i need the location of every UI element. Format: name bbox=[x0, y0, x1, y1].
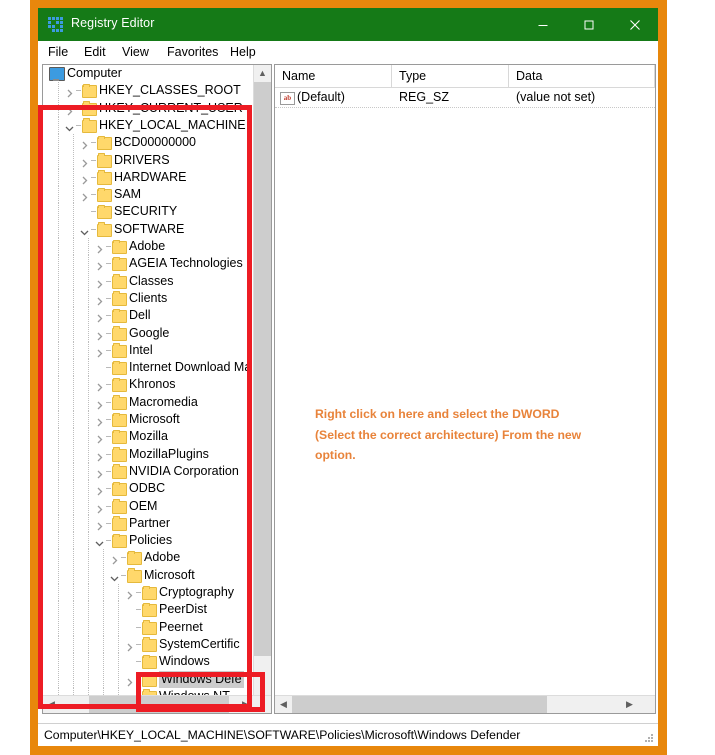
highlight-box-selected-key bbox=[136, 672, 265, 712]
tree-vertical-scrollbar[interactable]: ▲ ▼ bbox=[253, 65, 271, 711]
minimize-button[interactable] bbox=[520, 8, 566, 41]
tree-node-label: Computer bbox=[67, 65, 122, 82]
tree-node[interactable]: Computer bbox=[43, 65, 252, 82]
menu-item-view[interactable]: View bbox=[118, 44, 153, 60]
registry-icon bbox=[48, 17, 63, 32]
statusbar: Computer\HKEY_LOCAL_MACHINE\SOFTWARE\Pol… bbox=[38, 723, 658, 746]
resize-grip-icon bbox=[645, 734, 654, 743]
tree-node-label: HKEY_CLASSES_ROOT bbox=[99, 82, 241, 99]
tree-guide-line bbox=[58, 82, 59, 99]
table-row[interactable]: ab(Default) REG_SZ (value not set) bbox=[275, 88, 655, 108]
tree-connector bbox=[76, 90, 81, 91]
menubar: File Edit View FavoritesHelp bbox=[38, 41, 658, 65]
instruction-annotation: Right click on here and select the DWORD… bbox=[315, 404, 595, 466]
list-rows: ab(Default) REG_SZ (value not set) bbox=[275, 88, 655, 108]
cell-name: (Default) bbox=[297, 88, 345, 107]
menu-item-edit[interactable]: Edit bbox=[80, 44, 110, 60]
chevron-up-icon[interactable]: ▲ bbox=[254, 65, 271, 82]
menu-item-file[interactable]: File bbox=[44, 44, 72, 60]
registry-values-pane[interactable]: NameTypeData ab(Default) REG_SZ (value not… bbox=[274, 64, 656, 714]
menu-item-help[interactable]: Help bbox=[226, 44, 260, 60]
highlight-box-tree bbox=[38, 105, 252, 709]
list-column-headers: NameTypeData bbox=[275, 65, 655, 88]
tree-node[interactable]: HKEY_CLASSES_ROOT bbox=[43, 82, 252, 99]
chevron-right-icon[interactable]: ▶ bbox=[621, 696, 638, 713]
list-horizontal-scrollbar[interactable]: ◀ ▶ bbox=[275, 695, 655, 713]
maximize-button[interactable] bbox=[566, 8, 612, 41]
cell-data: (value not set) bbox=[516, 88, 595, 107]
string-value-icon: ab bbox=[280, 92, 295, 105]
column-header-data[interactable]: Data bbox=[509, 65, 655, 87]
list-hscroll-thumb[interactable] bbox=[292, 696, 547, 713]
menu-item-favorites[interactable]: Favorites bbox=[163, 44, 222, 60]
window-titlebar: Registry Editor bbox=[38, 8, 658, 41]
chevron-right-icon[interactable] bbox=[65, 86, 74, 95]
folder-icon bbox=[82, 85, 97, 98]
column-header-type[interactable]: Type bbox=[392, 65, 509, 87]
window-title: Registry Editor bbox=[71, 16, 154, 30]
column-header-name[interactable]: Name bbox=[275, 65, 392, 87]
registry-path-text: Computer\HKEY_LOCAL_MACHINE\SOFTWARE\Pol… bbox=[44, 728, 520, 742]
computer-icon bbox=[49, 67, 65, 81]
close-button[interactable] bbox=[612, 8, 658, 41]
tree-vscroll-thumb[interactable] bbox=[254, 82, 271, 656]
cell-type: REG_SZ bbox=[399, 88, 449, 107]
chevron-left-icon[interactable]: ◀ bbox=[275, 696, 292, 713]
